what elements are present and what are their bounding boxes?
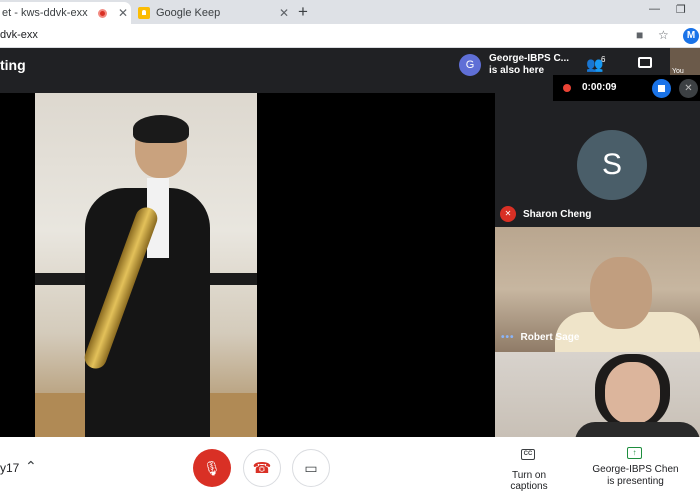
- new-tab-button[interactable]: +: [298, 2, 308, 22]
- mic-off-icon: 🎙: [203, 459, 221, 476]
- tab-label: et - kws-ddvk-exx: [2, 7, 88, 19]
- self-view-thumbnail[interactable]: You: [670, 48, 700, 75]
- url-text[interactable]: dvk-exx: [0, 29, 38, 41]
- participant-video-image: [575, 422, 700, 437]
- presenting-line1: George-IBPS Chen: [592, 464, 679, 475]
- minimize-icon[interactable]: —: [649, 3, 660, 15]
- meeting-code[interactable]: y17: [0, 461, 19, 475]
- main-stage: [0, 93, 495, 437]
- performer-hair-image: [133, 115, 189, 143]
- close-icon[interactable]: ✕: [276, 6, 292, 20]
- address-bar: dvk-exx ■ ☆ M: [0, 24, 700, 48]
- participant-name: ✕ Sharon Cheng: [500, 206, 591, 222]
- camera-icon[interactable]: ■: [636, 28, 643, 42]
- mic-toggle-button[interactable]: 🎙: [193, 449, 231, 487]
- captions-button[interactable]: Turn on captions: [492, 470, 566, 492]
- restore-icon[interactable]: ❐: [676, 3, 686, 16]
- chevron-up-icon[interactable]: ⌃: [25, 458, 37, 475]
- avatar[interactable]: M: [683, 28, 699, 44]
- tab-meet[interactable]: et - kws-ddvk-exx ✕: [0, 2, 131, 24]
- avatar: G: [459, 54, 481, 76]
- participant-tile-robert[interactable]: ••• Robert Sage: [495, 227, 700, 352]
- avatar: S: [577, 130, 647, 200]
- stop-recording-button[interactable]: [652, 79, 671, 98]
- participant-face-image: [590, 257, 652, 329]
- participant-tile[interactable]: [495, 352, 700, 437]
- close-icon[interactable]: ✕: [115, 6, 131, 20]
- leave-call-button[interactable]: ☎: [243, 449, 281, 487]
- tab-label: Google Keep: [156, 7, 221, 19]
- hang-up-icon: ☎: [252, 460, 272, 477]
- recording-icon: [98, 8, 107, 18]
- video-camera-icon: ▭: [304, 459, 318, 476]
- tab-google-keep[interactable]: Google Keep ✕: [132, 2, 292, 24]
- control-bar: y17 ⌃ 🎙 ☎ ▭ CC Turn on captions ↑ George…: [0, 437, 700, 500]
- captions-icon[interactable]: CC: [521, 449, 535, 460]
- recording-bar: 0:00:09 ✕: [553, 75, 700, 101]
- presented-video: [35, 93, 257, 437]
- notification-text: George-IBPS C... is also here: [489, 53, 569, 77]
- present-screen-icon[interactable]: ↑: [627, 447, 642, 459]
- participant-name-text: Robert Sage: [520, 332, 580, 343]
- keep-icon: [138, 7, 150, 19]
- star-icon[interactable]: ☆: [658, 28, 669, 42]
- speaking-dots-icon: •••: [501, 332, 515, 343]
- participant-tile-sharon[interactable]: S ✕ Sharon Cheng: [495, 101, 700, 227]
- browser-tab-strip: et - kws-ddvk-exx ✕ Google Keep ✕ + — ❐: [0, 0, 700, 24]
- mic-off-icon: ✕: [500, 206, 516, 222]
- recording-time: 0:00:09: [582, 82, 617, 93]
- presenting-line2: is presenting: [607, 476, 664, 487]
- recording-indicator-icon: [563, 84, 571, 92]
- participant-name-text: Sharon Cheng: [523, 208, 592, 220]
- participant-name: ••• Robert Sage: [501, 332, 579, 343]
- people-count: 6: [601, 55, 606, 64]
- notification-line1: George-IBPS C...: [489, 53, 570, 64]
- camera-toggle-button[interactable]: ▭: [292, 449, 330, 487]
- notification-line2: is also here: [489, 65, 545, 76]
- meeting-title: ting: [0, 57, 26, 73]
- participant-face-image: [605, 362, 660, 424]
- self-label: You: [672, 68, 684, 75]
- presenting-status[interactable]: George-IBPS Chen is presenting: [588, 464, 683, 488]
- chat-icon[interactable]: [638, 57, 652, 68]
- mic-off-icon[interactable]: ✕: [679, 79, 698, 98]
